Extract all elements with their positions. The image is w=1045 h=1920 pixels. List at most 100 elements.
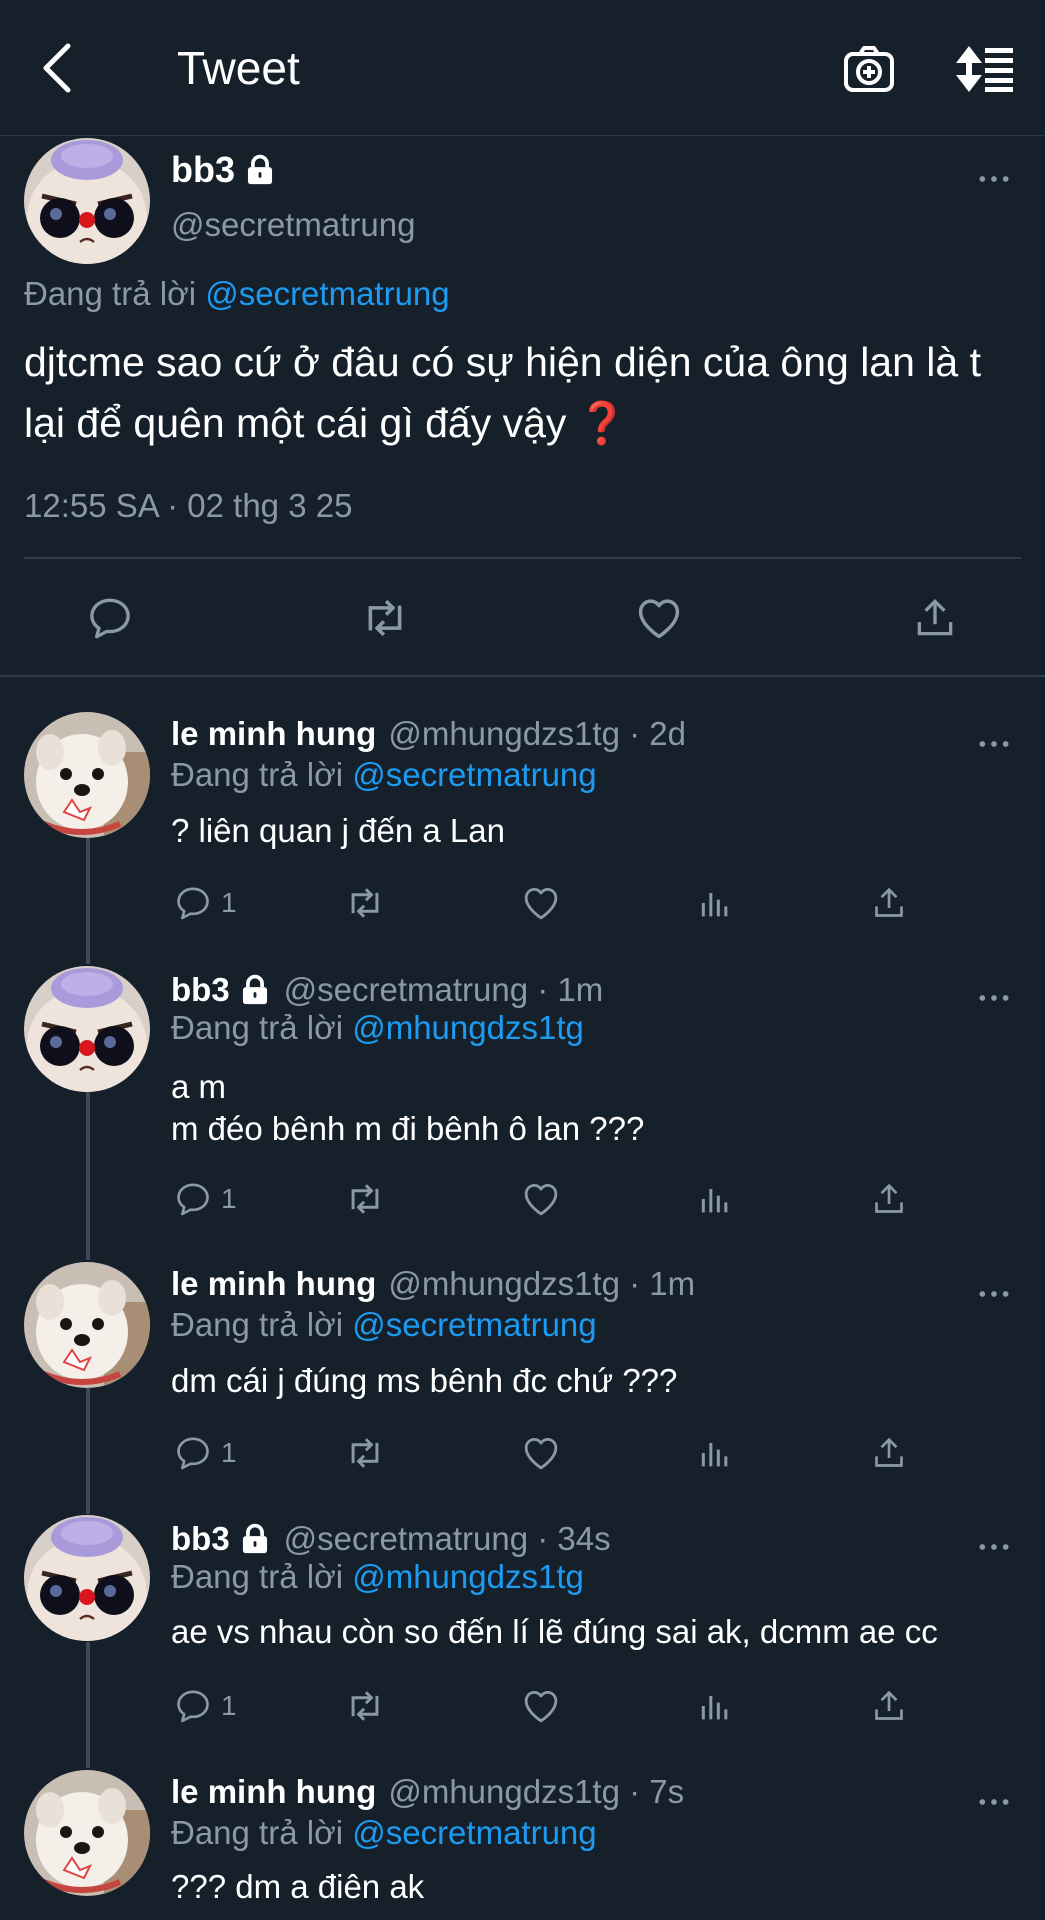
like-button[interactable] (520, 1681, 562, 1731)
share-icon (910, 593, 960, 643)
reply-count: 1 (221, 1690, 237, 1721)
reply-count: 1 (221, 1183, 237, 1214)
reply-text: ae vs nhau còn so đến lí lẽ đúng sai ak,… (171, 1613, 938, 1650)
share-icon (869, 1433, 909, 1473)
avatar[interactable] (24, 138, 150, 264)
tweet-text-body: djtcme sao cứ ở đâu có sự hiện diện của … (24, 339, 981, 446)
more-options-button[interactable] (972, 167, 1016, 191)
retweet-button[interactable] (352, 580, 418, 656)
retweet-icon (343, 1684, 387, 1728)
reply-author-handle[interactable]: @mhungdzs1tg · 2d (388, 712, 686, 756)
lock-icon (238, 973, 272, 1007)
reply-actions: 1 (171, 1681, 931, 1731)
reply-actions: 1 (171, 1428, 931, 1478)
share-button[interactable] (869, 1428, 909, 1478)
more-icon (977, 1797, 1011, 1807)
like-button[interactable] (520, 878, 562, 928)
lock-icon (243, 153, 277, 187)
more-options-button[interactable] (972, 732, 1016, 756)
replying-mention[interactable]: @secretmatrung (205, 275, 449, 312)
retweet-button[interactable] (343, 1428, 387, 1478)
more-icon (977, 739, 1011, 749)
reply-button[interactable]: 1 (173, 1428, 237, 1478)
views-button[interactable] (695, 1174, 735, 1224)
reply-button[interactable] (77, 580, 143, 656)
replying-mention[interactable]: @mhungdzs1tg (352, 1558, 584, 1595)
tweet-timestamp[interactable]: 12:55 SA · 02 thg 3 25 (24, 484, 352, 528)
avatar[interactable] (24, 712, 150, 838)
replying-to: Đang trả lời @secretmatrung (171, 1303, 597, 1347)
avatar[interactable] (24, 1770, 150, 1896)
stats-icon (695, 1433, 735, 1473)
more-options-button[interactable] (972, 1535, 1016, 1559)
retweet-button[interactable] (343, 878, 387, 928)
reply-button[interactable]: 1 (173, 1681, 237, 1731)
reply-author-name[interactable]: le minh hung (171, 712, 376, 756)
reply-header: le minh hung @mhungdzs1tg · 1m (171, 1262, 695, 1306)
share-button[interactable] (902, 580, 968, 656)
retweet-button[interactable] (343, 1174, 387, 1224)
reply-button[interactable]: 1 (173, 1174, 237, 1224)
back-button[interactable] (28, 38, 84, 98)
like-button[interactable] (626, 580, 692, 656)
reply-count: 1 (221, 1437, 237, 1468)
replying-mention[interactable]: @secretmatrung (352, 1814, 596, 1851)
retweet-icon (358, 591, 412, 645)
like-button[interactable] (520, 1428, 562, 1478)
share-button[interactable] (869, 1681, 909, 1731)
replying-mention[interactable]: @secretmatrung (352, 756, 596, 793)
views-button[interactable] (695, 878, 735, 928)
replying-to: Đang trả lời @mhungdzs1tg (171, 1006, 584, 1050)
reply-text: a m m đéo bênh m đi bênh ô lan ??? (171, 1068, 645, 1147)
reply-actions: 1 (171, 1174, 931, 1224)
views-button[interactable] (695, 1681, 735, 1731)
author-handle[interactable]: @secretmatrung (171, 203, 415, 247)
reply-button[interactable]: 1 (173, 878, 237, 928)
avatar[interactable] (24, 1262, 150, 1388)
back-arrow-icon (43, 43, 71, 93)
replying-prefix: Đang trả lời (171, 1306, 344, 1343)
reply-author-name[interactable]: le minh hung (171, 1770, 376, 1814)
avatar[interactable] (24, 966, 150, 1092)
reply-author-handle[interactable]: @mhungdzs1tg · 1m (388, 1262, 695, 1306)
more-icon (977, 993, 1011, 1003)
more-icon (977, 1289, 1011, 1299)
replying-mention[interactable]: @secretmatrung (352, 1306, 596, 1343)
author-name[interactable]: bb3 (171, 148, 277, 192)
more-options-button[interactable] (972, 1282, 1016, 1306)
more-icon (977, 174, 1011, 184)
more-icon (977, 1542, 1011, 1552)
lock-icon (238, 1522, 272, 1556)
tweet-actions (0, 580, 1045, 656)
replying-prefix: Đang trả lời (171, 1009, 344, 1046)
heart-icon (520, 882, 562, 924)
retweet-icon (343, 1431, 387, 1475)
camera-plus-icon (844, 46, 894, 92)
replying-to: Đang trả lời @secretmatrung (171, 1811, 597, 1855)
heart-icon (520, 1432, 562, 1474)
thread-line (86, 1642, 90, 1768)
views-button[interactable] (695, 1428, 735, 1478)
stats-icon (695, 883, 735, 923)
share-button[interactable] (869, 878, 909, 928)
sort-button[interactable] (952, 40, 1018, 98)
reply-text: ? liên quan j đến a Lan (171, 812, 505, 849)
share-button[interactable] (869, 1174, 909, 1224)
replying-mention[interactable]: @mhungdzs1tg (352, 1009, 584, 1046)
camera-button[interactable] (840, 40, 898, 98)
reply-author-handle[interactable]: @mhungdzs1tg · 7s (388, 1770, 684, 1814)
more-options-button[interactable] (972, 986, 1016, 1010)
reply-header: le minh hung @mhungdzs1tg · 2d (171, 712, 686, 756)
retweet-button[interactable] (343, 1681, 387, 1731)
reply-icon (173, 883, 213, 923)
question-emoji: ❓ (576, 400, 628, 446)
sort-icon (956, 46, 1013, 92)
reply-author-name[interactable]: le minh hung (171, 1262, 376, 1306)
reply-header: le minh hung @mhungdzs1tg · 7s (171, 1770, 684, 1814)
share-icon (869, 883, 909, 923)
like-button[interactable] (520, 1174, 562, 1224)
share-icon (869, 1179, 909, 1219)
replying-prefix: Đang trả lời (24, 275, 197, 312)
more-options-button[interactable] (972, 1790, 1016, 1814)
avatar[interactable] (24, 1515, 150, 1641)
